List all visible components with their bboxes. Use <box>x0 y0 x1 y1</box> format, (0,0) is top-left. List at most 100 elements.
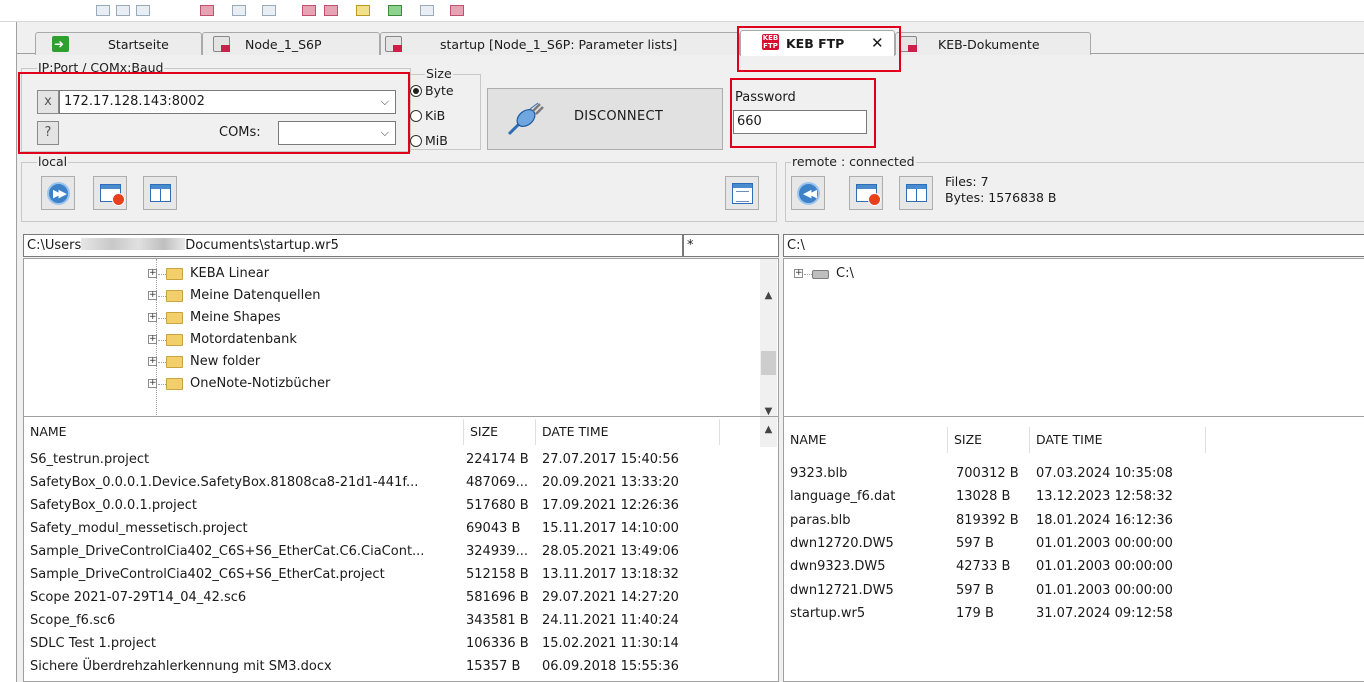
expand-icon[interactable]: + <box>148 313 157 322</box>
local-tree-scrollbar[interactable]: ▲ ▼ <box>760 259 777 423</box>
local-file-list[interactable]: NAME SIZE DATE TIME S6_testrun.project 22… <box>23 416 779 682</box>
size-mib-radio[interactable]: MiB <box>410 133 448 148</box>
tab-startseite[interactable]: Startseite <box>35 32 202 55</box>
close-icon[interactable]: ✕ <box>871 33 884 54</box>
file-name: SDLC Test 1.project <box>30 636 156 651</box>
file-row[interactable]: dwn9323.DW5 42733 B 01.01.2003 00:00:00 <box>784 555 1364 578</box>
keb-toolbar-icon[interactable] <box>450 5 464 16</box>
file-name: startup.wr5 <box>790 605 866 621</box>
help-button[interactable]: ? <box>37 121 59 145</box>
toolbar-icon[interactable] <box>420 5 434 16</box>
keb-toolbar-icon[interactable] <box>302 5 316 16</box>
path-prefix: C:\Users <box>27 238 82 253</box>
column-header-name[interactable]: NAME <box>784 427 948 453</box>
tree-item[interactable]: + New folder <box>148 351 448 373</box>
password-field[interactable]: 660 <box>733 110 867 134</box>
file-row[interactable]: Sichere Überdrehzahlerkennung mit SM3.do… <box>24 655 778 678</box>
local-label: local <box>37 154 69 169</box>
toolbar-icon[interactable] <box>116 5 130 16</box>
file-row[interactable]: dwn12720.DW5 597 B 01.01.2003 00:00:00 <box>784 532 1364 555</box>
expand-icon[interactable]: + <box>148 269 157 278</box>
file-row[interactable]: paras.blb 819392 B 18.01.2024 16:12:36 <box>784 509 1364 532</box>
remote-view-button[interactable] <box>899 176 933 210</box>
remote-folder-tree[interactable]: + C:\ <box>783 258 1364 424</box>
remote-delete-button[interactable] <box>849 176 883 210</box>
file-row[interactable]: dwn12721.DW5 597 B 01.01.2003 00:00:00 <box>784 579 1364 602</box>
filter-value: * <box>687 238 694 253</box>
file-row[interactable]: 9323.blb 700312 B 07.03.2024 10:35:08 <box>784 462 1364 485</box>
toolbar-icon[interactable] <box>232 5 246 16</box>
keb-toolbar-icon[interactable] <box>200 5 214 16</box>
download-button[interactable]: ◀◀ <box>791 176 825 210</box>
toolbar-icon[interactable] <box>96 5 110 16</box>
size-byte-radio[interactable]: Byte <box>410 83 454 98</box>
local-filter-field[interactable]: * <box>683 234 779 257</box>
column-header-date[interactable]: DATE TIME <box>1030 427 1206 453</box>
tab-keb-dokumente[interactable]: KEB-Dokumente <box>895 32 1091 55</box>
expand-icon[interactable]: + <box>794 269 803 278</box>
scroll-up-icon[interactable]: ▲ <box>760 287 777 304</box>
file-row[interactable]: SafetyBox_0.0.0.1.project 517680 B 17.09.2… <box>24 494 778 517</box>
password-value: 660 <box>737 114 762 129</box>
tree-item[interactable]: + Motordatenbank <box>148 329 448 351</box>
chevron-down-icon[interactable]: ⌵ <box>381 91 389 113</box>
column-header-name[interactable]: NAME <box>24 419 464 445</box>
edit-icon[interactable] <box>356 5 370 16</box>
tab-keb-ftp[interactable]: KEB FTP KEB FTP ✕ <box>740 30 895 56</box>
local-list-scrollbar[interactable]: ▲ <box>760 417 777 447</box>
file-row[interactable]: startup.wr5 179 B 31.07.2024 09:12:58 <box>784 602 1364 625</box>
redacted-username <box>81 238 186 250</box>
file-row[interactable]: language_f6.dat 13028 B 13.12.2023 12:58:3… <box>784 485 1364 508</box>
local-view-button[interactable] <box>143 176 177 210</box>
local-folder-tree[interactable]: + KEBA Linear + Meine Datenquellen + Mei… <box>23 258 779 424</box>
tree-item[interactable]: + KEBA Linear <box>148 263 448 285</box>
local-delete-button[interactable] <box>93 176 127 210</box>
list-view-button[interactable] <box>725 176 759 210</box>
toolbar-icon[interactable] <box>262 5 276 16</box>
tree-item[interactable]: + OneNote-Notizbücher <box>148 373 448 395</box>
address-combobox[interactable]: 172.17.128.143:8002 ⌵ <box>59 90 396 114</box>
connection-prefix-button[interactable]: x <box>37 90 59 114</box>
file-row[interactable]: SDLC Test 1.project 106336 B 15.02.2021 11… <box>24 632 778 655</box>
tree-item[interactable]: + C:\ <box>794 263 994 285</box>
column-header-date[interactable]: DATE TIME <box>536 419 720 445</box>
file-row[interactable]: Scope 2021-07-29T14_04_42.sc6 581696 B 29.… <box>24 586 778 609</box>
remote-file-list[interactable]: NAME SIZE DATE TIME 9323.blb 700312 B 07.0… <box>783 416 1364 682</box>
scroll-up-icon[interactable]: ▲ <box>760 421 777 438</box>
tree-item[interactable]: + Meine Datenquellen <box>148 285 448 307</box>
toolbar-icon[interactable] <box>388 5 402 16</box>
file-row[interactable]: Safety_modul_messetisch.project 69043 B 15… <box>24 517 778 540</box>
file-row[interactable]: SafetyBox_0.0.0.1.Device.SafetyBox.81808… <box>24 471 778 494</box>
column-header-size[interactable]: SIZE <box>948 427 1030 453</box>
toolbar-icon[interactable] <box>136 5 150 16</box>
file-row[interactable]: Sample_DriveControlCia402_C6S+S6_EtherCa… <box>24 563 778 586</box>
expand-icon[interactable]: + <box>148 357 157 366</box>
password-label: Password <box>735 90 796 105</box>
folder-icon <box>166 312 183 324</box>
remote-path-value: C:\ <box>787 238 805 253</box>
scroll-thumb[interactable] <box>761 351 776 375</box>
expand-icon[interactable]: + <box>148 335 157 344</box>
keb-toolbar-icon[interactable] <box>324 5 338 16</box>
folder-icon <box>166 378 183 390</box>
file-row[interactable]: Sample_DriveControlCia402_C6S+S6_EtherCa… <box>24 540 778 563</box>
file-size: 597 B <box>956 535 994 551</box>
file-size: 179 B <box>956 605 994 621</box>
column-header-size[interactable]: SIZE <box>464 419 536 445</box>
tree-item-label: Motordatenbank <box>190 332 297 347</box>
remote-path-field[interactable]: C:\ <box>783 234 1364 257</box>
coms-combobox[interactable]: ⌵ <box>278 121 396 145</box>
tab-startup-parameter-lists[interactable]: startup [Node_1_S6P: Parameter lists] <box>380 32 740 55</box>
tree-item[interactable]: + Meine Shapes <box>148 307 448 329</box>
expand-icon[interactable]: + <box>148 291 157 300</box>
file-name: dwn12720.DW5 <box>790 535 894 551</box>
upload-button[interactable]: ▶▶ <box>41 176 75 210</box>
expand-icon[interactable]: + <box>148 379 157 388</box>
tab-node[interactable]: Node_1_S6P <box>202 32 380 55</box>
size-kib-radio[interactable]: KiB <box>410 108 445 123</box>
file-row[interactable]: S6_testrun.project 224174 B 27.07.2017 15:… <box>24 448 778 471</box>
disconnect-button[interactable]: DISCONNECT <box>487 88 723 150</box>
local-path-field[interactable]: C:\Users Documents\startup.wr5 <box>23 234 683 257</box>
file-row[interactable]: Scope_f6.sc6 343581 B 24.11.2021 11:40:24 <box>24 609 778 632</box>
chevron-down-icon[interactable]: ⌵ <box>381 122 389 144</box>
